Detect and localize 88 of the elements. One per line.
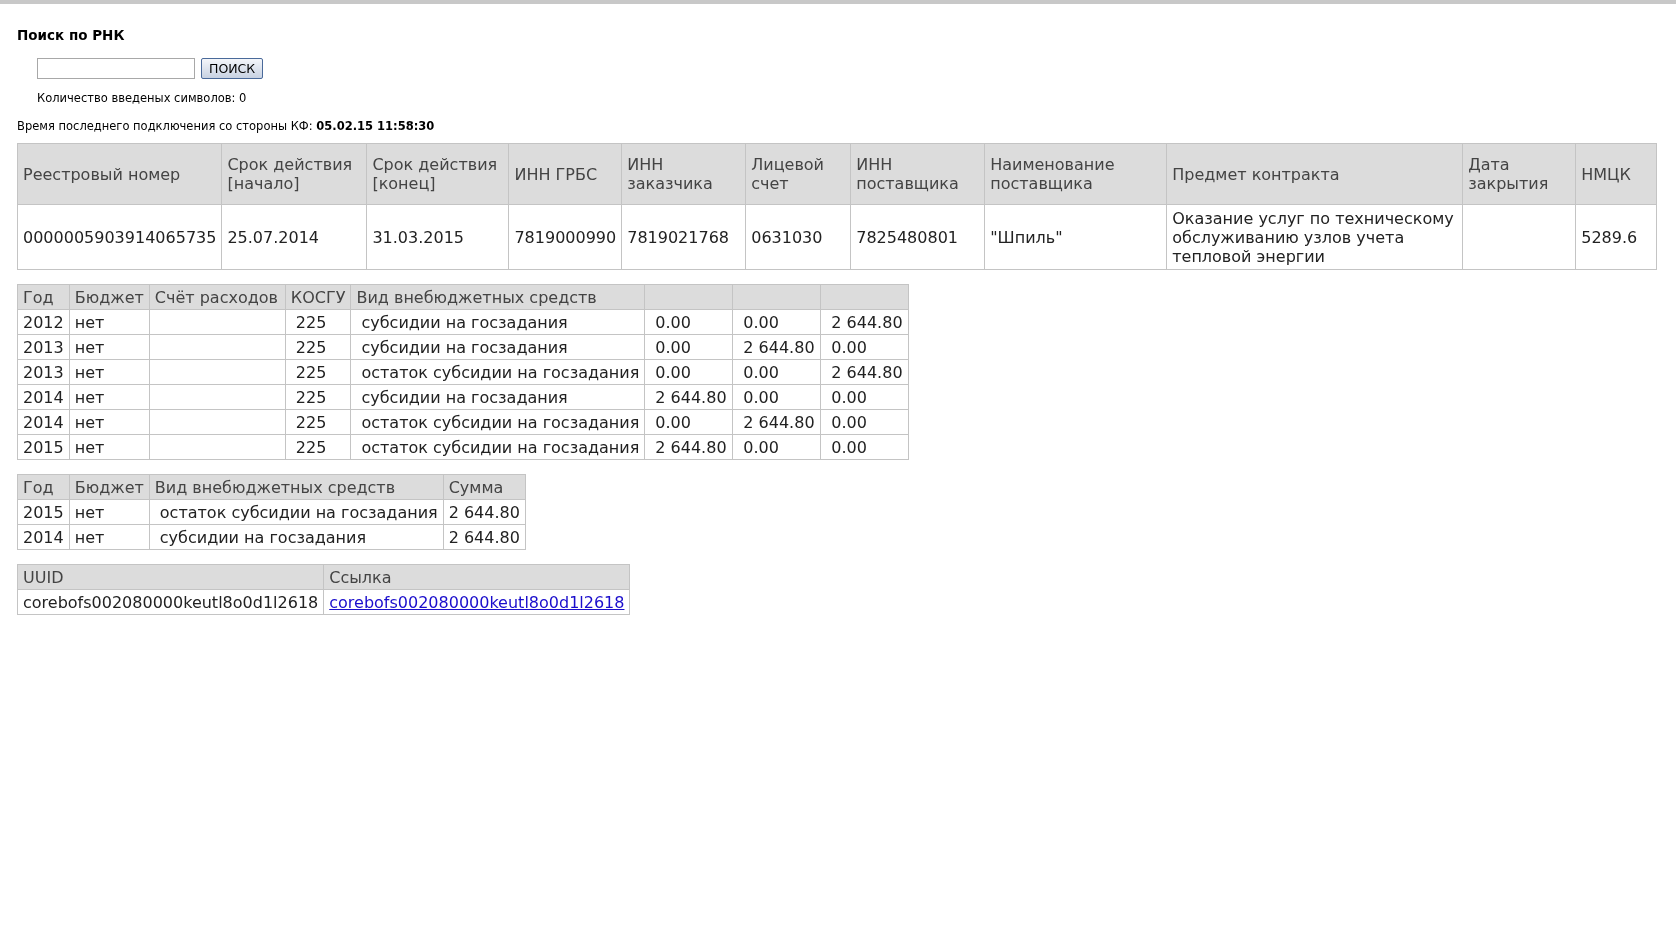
table-cell: 2015 — [17, 434, 70, 460]
column-header: ИНН ГРБС — [508, 143, 622, 205]
table-cell: 2 644.80 — [644, 384, 733, 410]
column-header: Год — [17, 474, 70, 500]
table-cell: 2 644.80 — [820, 359, 909, 385]
column-header: Вид внебюджетных средств — [350, 284, 645, 310]
column-header: ИНН заказчика — [621, 143, 746, 205]
column-header: Реестровый номер — [17, 143, 222, 205]
column-header: Бюджет — [69, 474, 150, 500]
table-cell: нет — [69, 524, 150, 550]
table-cell: 2 644.80 — [732, 334, 821, 360]
table-cell: нет — [69, 409, 150, 435]
table-cell: Оказание услуг по техническому обслуживанию узлов учета тепловой энергии — [1166, 204, 1463, 270]
table-cell: остаток субсидии на госзадания — [350, 359, 645, 385]
table-cell: 31.03.2015 — [366, 204, 509, 270]
table-cell: 2015 — [17, 499, 70, 525]
table-cell: 0.00 — [820, 334, 909, 360]
table-cell: 2013 — [17, 359, 70, 385]
table-cell: нет — [69, 359, 150, 385]
table-cell: 0.00 — [644, 359, 733, 385]
table-cell: 0.00 — [820, 409, 909, 435]
column-header: UUID — [17, 564, 324, 590]
table-cell: 0.00 — [820, 434, 909, 460]
last-connection-text: Время последнего подключения со стороны КФ: 05.02.15 11:58:30 — [17, 119, 436, 133]
table-cell: нет — [69, 434, 150, 460]
search-title: Поиск по РНК — [17, 27, 126, 45]
table-cell: 225 — [285, 434, 351, 460]
table-cell: 25.07.2014 — [221, 204, 367, 270]
table-cell: 0.00 — [644, 309, 733, 335]
column-header: Срок действия [начало] — [221, 143, 367, 205]
table-cell: 225 — [285, 359, 351, 385]
column-header: Лицевой счет — [745, 143, 851, 205]
column-header: НМЦК — [1575, 143, 1657, 205]
table-cell: нет — [69, 384, 150, 410]
table-cell: 7825480801 — [850, 204, 985, 270]
table-cell: 2 644.80 — [443, 499, 526, 525]
column-header: Срок действия [конец] — [366, 143, 509, 205]
table-cell: 2 644.80 — [644, 434, 733, 460]
table-cell: 0.00 — [732, 434, 821, 460]
table-cell: субсидии на госзадания — [350, 334, 645, 360]
table-cell: "Шпиль" — [984, 204, 1167, 270]
table-cell: 0000005903914065735 — [17, 204, 222, 270]
column-header: КОСГУ — [285, 284, 351, 310]
column-header: Вид внебюджетных средств — [149, 474, 444, 500]
table-cell: 2014 — [17, 384, 70, 410]
table-cell: 2 644.80 — [732, 409, 821, 435]
char-count-text: Количество введеных символов: 0 — [37, 91, 248, 105]
column-header: Ссылка — [323, 564, 630, 590]
table-cell: остаток субсидии на госзадания — [350, 434, 645, 460]
table-cell: 225 — [285, 309, 351, 335]
table-cell: 2014 — [17, 524, 70, 550]
column-header: Год — [17, 284, 70, 310]
table-cell: 0631030 — [745, 204, 851, 270]
table-cell: нет — [69, 499, 150, 525]
table-cell: 225 — [285, 334, 351, 360]
table-cell: субсидии на госзадания — [350, 309, 645, 335]
column-header: Сумма — [443, 474, 526, 500]
table-cell: нет — [69, 334, 150, 360]
table-cell: 2014 — [17, 409, 70, 435]
column-header: ИНН поставщика — [850, 143, 985, 205]
table-cell: 0.00 — [820, 384, 909, 410]
table-cell: 2013 — [17, 334, 70, 360]
table-cell: 0.00 — [644, 334, 733, 360]
table-cell: 0.00 — [644, 409, 733, 435]
table-cell: 225 — [285, 384, 351, 410]
table-cell: остаток субсидии на госзадания — [149, 499, 444, 525]
column-header: Наименование поставщика — [984, 143, 1167, 205]
table-cell: нет — [69, 309, 150, 335]
table-cell: субсидии на госзадания — [350, 384, 645, 410]
table-cell: остаток субсидии на госзадания — [350, 409, 645, 435]
table-cell: corebofs002080000keutl8o0d1l2618 — [17, 589, 324, 615]
search-button[interactable]: ПОИСК — [201, 58, 264, 79]
table-cell: 7819000990 — [508, 204, 622, 270]
search-field[interactable] — [37, 58, 195, 79]
column-header: Предмет контракта — [1166, 143, 1463, 205]
table-cell: 0.00 — [732, 384, 821, 410]
column-header: Бюджет — [69, 284, 150, 310]
table-cell: 0.00 — [732, 309, 821, 335]
table-cell: 7819021768 — [621, 204, 746, 270]
table-cell: 0.00 — [732, 359, 821, 385]
column-header: Дата закрытия — [1462, 143, 1576, 205]
table-cell: 225 — [285, 409, 351, 435]
table-cell: 2012 — [17, 309, 70, 335]
table-cell: 2 644.80 — [820, 309, 909, 335]
table-cell: 2 644.80 — [443, 524, 526, 550]
table-cell: 5289.6 — [1575, 204, 1657, 270]
column-header: Счёт расходов — [149, 284, 286, 310]
table-cell: субсидии на госзадания — [149, 524, 444, 550]
